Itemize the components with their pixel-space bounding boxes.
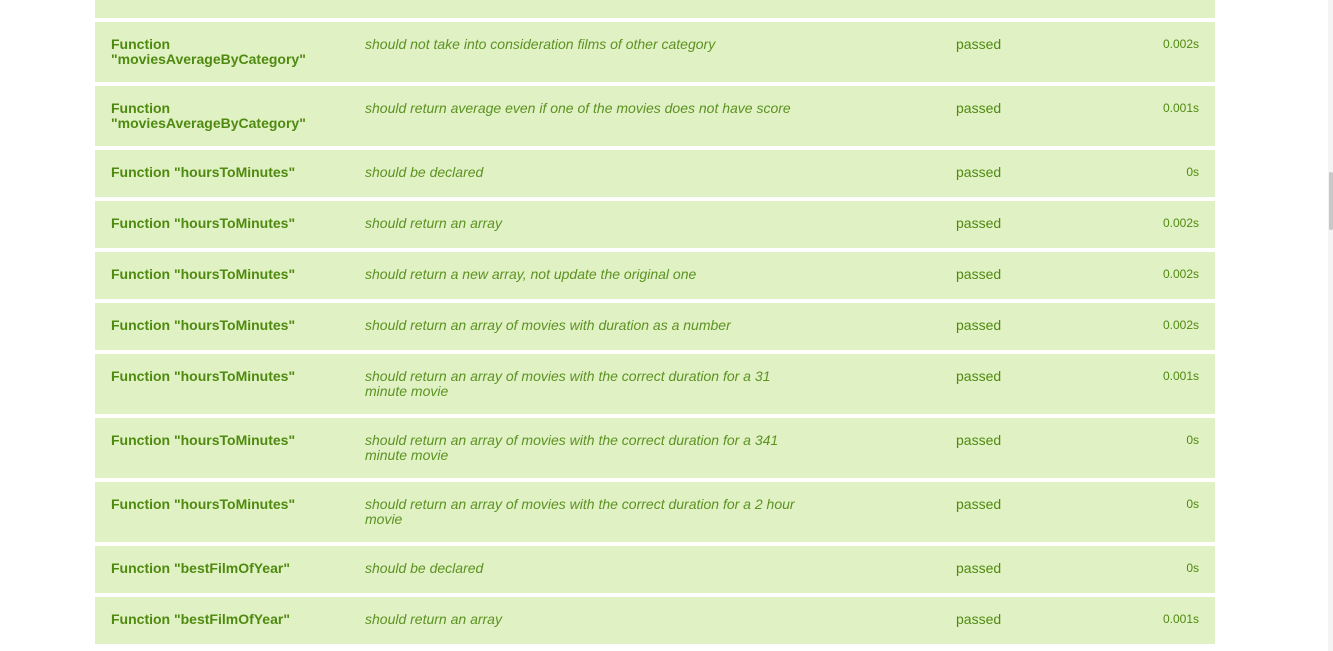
status-text: passed bbox=[956, 611, 1002, 627]
suite-name: Function "moviesAverageByCategory" bbox=[111, 100, 306, 131]
table-row: Function "hoursToMinutes" should return a… bbox=[95, 201, 1215, 248]
test-description: should return an array of movies with th… bbox=[365, 368, 771, 399]
status-text: passed bbox=[956, 368, 1002, 384]
test-description: should return an array of movies with du… bbox=[365, 317, 731, 333]
table-row: Function "hoursToMinutes" should return a… bbox=[95, 418, 1215, 478]
scrollbar-thumb[interactable] bbox=[1329, 172, 1333, 230]
status-text: passed bbox=[956, 266, 1002, 282]
duration-text: 0s bbox=[1186, 561, 1199, 575]
table-row: Function "hoursToMinutes" should return a… bbox=[95, 482, 1215, 542]
duration-text: 0.001s bbox=[1162, 612, 1199, 626]
duration-text: 0.002s bbox=[1162, 267, 1199, 281]
table-row: Function "hoursToMinutes" should return a… bbox=[95, 252, 1215, 299]
test-description: should return a new array, not update th… bbox=[365, 266, 697, 282]
status-text: passed bbox=[956, 560, 1002, 576]
test-results-viewport: Function "moviesAverageByCategory" should… bbox=[0, 0, 1333, 651]
test-description: should return an array bbox=[365, 611, 502, 627]
suite-name: Function "hoursToMinutes" bbox=[111, 496, 296, 512]
test-description: should return an array of movies with th… bbox=[365, 496, 795, 527]
duration-text: 0s bbox=[1186, 497, 1199, 511]
status-text: passed bbox=[956, 36, 1002, 52]
suite-name: Function "hoursToMinutes" bbox=[111, 317, 296, 333]
table-row: Function "hoursToMinutes" should return a… bbox=[95, 303, 1215, 350]
status-text: passed bbox=[956, 432, 1002, 448]
test-description: should not take into consideration films… bbox=[365, 36, 716, 52]
status-text: passed bbox=[956, 215, 1002, 231]
status-text: passed bbox=[956, 317, 1002, 333]
test-description: should return average even if one of the… bbox=[365, 100, 791, 116]
suite-name: Function "bestFilmOfYear" bbox=[111, 611, 290, 627]
suite-name: Function "hoursToMinutes" bbox=[111, 164, 296, 180]
scrollbar-track[interactable] bbox=[1328, 0, 1333, 651]
table-row: Function "hoursToMinutes" should return a… bbox=[95, 354, 1215, 414]
test-description: should return an array bbox=[365, 215, 502, 231]
duration-text: 0.001s bbox=[1162, 101, 1199, 115]
duration-text: 0s bbox=[1186, 165, 1199, 179]
duration-text: 0.002s bbox=[1162, 318, 1199, 332]
suite-name: Function "bestFilmOfYear" bbox=[111, 560, 290, 576]
status-text: passed bbox=[956, 496, 1002, 512]
table-row-partial bbox=[95, 0, 1215, 18]
test-description: should be declared bbox=[365, 164, 484, 180]
duration-text: 0.002s bbox=[1162, 37, 1199, 51]
duration-text: 0.002s bbox=[1162, 216, 1199, 230]
table-row: Function "bestFilmOfYear" should return a… bbox=[95, 597, 1215, 644]
test-results-table: Function "moviesAverageByCategory" should… bbox=[95, 0, 1215, 648]
status-text: passed bbox=[956, 100, 1002, 116]
table-row: Function "hoursToMinutes" should be decla… bbox=[95, 150, 1215, 197]
table-row: Function "bestFilmOfYear" should be decla… bbox=[95, 546, 1215, 593]
table-row: Function "moviesAverageByCategory" should… bbox=[95, 22, 1215, 82]
duration-text: 0s bbox=[1186, 433, 1199, 447]
status-text: passed bbox=[956, 164, 1002, 180]
test-description: should return an array of movies with th… bbox=[365, 432, 779, 463]
test-description: should be declared bbox=[365, 560, 484, 576]
suite-name: Function "hoursToMinutes" bbox=[111, 368, 296, 384]
duration-text: 0.001s bbox=[1162, 369, 1199, 383]
suite-name: Function "hoursToMinutes" bbox=[111, 432, 296, 448]
suite-name: Function "hoursToMinutes" bbox=[111, 266, 296, 282]
suite-name: Function "moviesAverageByCategory" bbox=[111, 36, 306, 67]
suite-name: Function "hoursToMinutes" bbox=[111, 215, 296, 231]
table-row: Function "moviesAverageByCategory" should… bbox=[95, 86, 1215, 146]
